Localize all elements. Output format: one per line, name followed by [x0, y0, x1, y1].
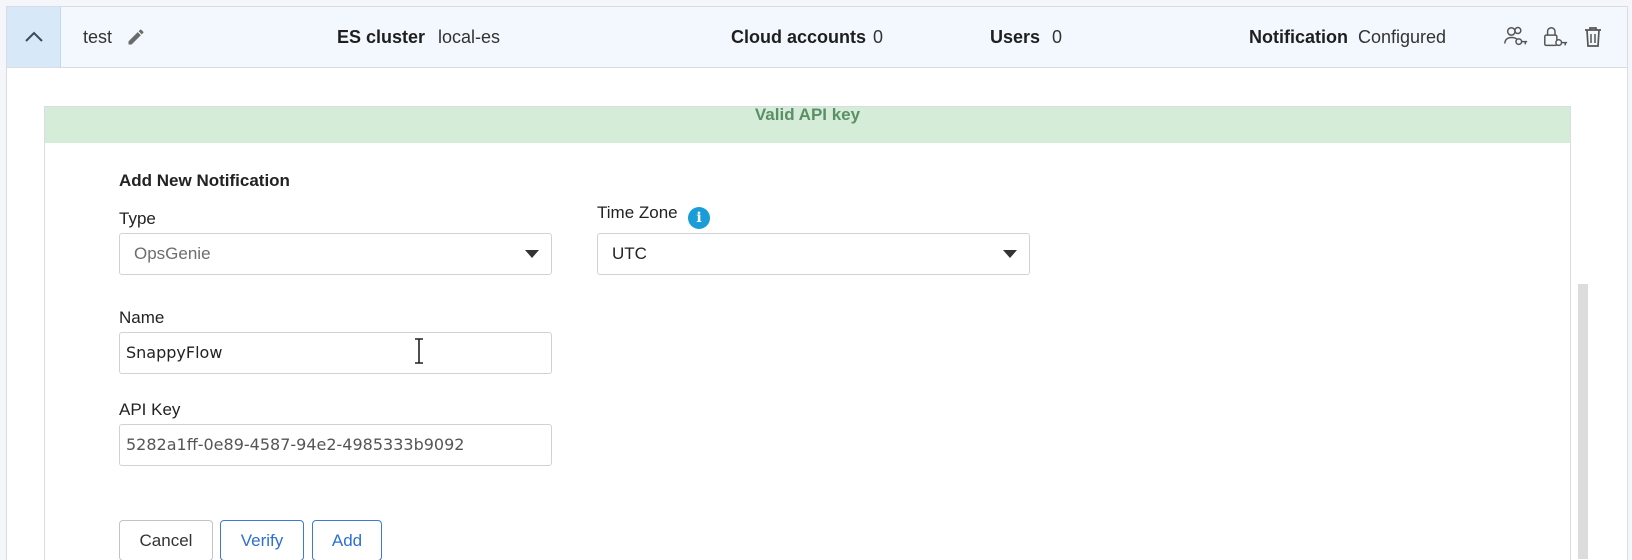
notification-value: Configured	[1358, 27, 1447, 47]
delete-account-button[interactable]	[1580, 24, 1606, 50]
dropdown-caret-icon	[1003, 250, 1017, 258]
timezone-select-value: UTC	[612, 244, 647, 263]
notification-label: Notification	[1249, 27, 1348, 47]
text-cursor-icon	[415, 338, 423, 364]
timezone-label: Time Zone	[597, 203, 678, 222]
users-value: 0	[1052, 27, 1063, 47]
manage-keys-button[interactable]	[1542, 24, 1568, 50]
es-cluster-value: local-es	[438, 27, 501, 47]
users-label: Users	[990, 27, 1041, 47]
verify-button[interactable]: Verify	[220, 520, 304, 560]
lock-key-icon	[1544, 26, 1568, 47]
api-key-label: API Key	[119, 400, 181, 419]
name-label: Name	[119, 308, 165, 327]
account-card: test ES cluster local-es Cloud accounts …	[6, 6, 1628, 560]
add-button[interactable]: Add	[312, 520, 382, 560]
type-select-value: OpsGenie	[134, 244, 211, 263]
type-select[interactable]: OpsGenie	[119, 233, 552, 275]
account-name: test	[83, 27, 113, 47]
timezone-select[interactable]: UTC	[597, 233, 1030, 275]
name-input[interactable]: SnappyFlow	[119, 332, 552, 374]
manage-users-button[interactable]	[1503, 24, 1529, 50]
users-key-icon	[1504, 26, 1528, 46]
info-icon[interactable]: i	[688, 207, 710, 229]
collapse-button[interactable]	[7, 7, 61, 67]
api-key-input[interactable]: 5282a1ff-0e89-4587-94e2-4985333b9092	[119, 424, 552, 466]
validation-banner: Valid API key	[45, 105, 1570, 143]
scrollbar[interactable]	[1578, 284, 1588, 559]
cancel-button[interactable]: Cancel	[119, 520, 213, 560]
validation-message: Valid API key	[754, 105, 861, 124]
cloud-accounts-label: Cloud accounts	[731, 27, 867, 47]
cloud-accounts-value: 0	[873, 27, 884, 47]
dropdown-caret-icon	[525, 250, 539, 258]
pencil-icon	[128, 29, 144, 45]
edit-name-button[interactable]	[123, 24, 149, 50]
form-title: Add New Notification	[119, 171, 290, 190]
type-label: Type	[119, 209, 156, 228]
trash-icon	[1585, 27, 1601, 47]
es-cluster-label: ES cluster	[337, 27, 426, 47]
account-header-row: test ES cluster local-es Cloud accounts …	[7, 7, 1627, 68]
chevron-up-icon	[24, 31, 43, 42]
